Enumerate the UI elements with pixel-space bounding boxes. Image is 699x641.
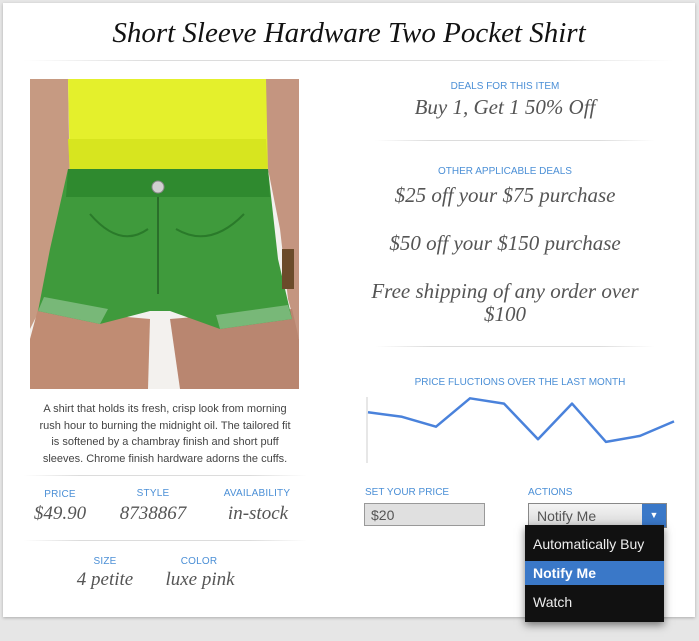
deal-item: Free shipping of any order over $100	[371, 279, 639, 326]
item-deal: Buy 1, Get 1 50% Off	[414, 95, 596, 119]
color-value: luxe pink	[165, 569, 235, 590]
price-label: PRICE	[44, 489, 76, 500]
color-label: COLOR	[180, 556, 218, 567]
specs-divider	[23, 540, 307, 541]
menu-item-notify-me[interactable]: Notify Me	[525, 561, 664, 585]
price-fluctuation-chart	[366, 397, 675, 463]
price-fluctuation-line	[367, 397, 675, 444]
description-divider	[23, 475, 307, 476]
deal-item: $50 off your $150 purchase	[389, 231, 621, 255]
title-divider	[23, 60, 673, 61]
deals-divider	[375, 346, 655, 347]
style-value: 8738867	[119, 503, 187, 524]
set-price-label: SET YOUR PRICE	[365, 487, 450, 498]
set-price-input[interactable]: $20	[364, 503, 485, 526]
deal-item: $25 off your $75 purchase	[394, 183, 616, 207]
price-value: $49.90	[33, 503, 87, 524]
fluctuation-label: PRICE FLUCTIONS OVER THE LAST MONTH	[414, 377, 626, 388]
actions-selected-value: Notify Me	[537, 508, 597, 524]
other-deals-label: OTHER APPLICABLE DEALS	[438, 166, 572, 177]
size-label: SIZE	[93, 556, 117, 567]
product-title: Short Sleeve Hardware Two Pocket Shirt	[112, 17, 586, 49]
menu-item-watch[interactable]: Watch	[525, 590, 664, 614]
size-value: 4 petite	[76, 569, 134, 590]
availability-value: in-stock	[227, 503, 289, 524]
actions-dropdown-menu: Automatically Buy Notify Me Watch	[525, 525, 664, 622]
actions-label: ACTIONS	[528, 487, 573, 498]
style-label: STYLE	[136, 488, 170, 499]
menu-item-automatically-buy[interactable]: Automatically Buy	[525, 532, 664, 556]
product-image	[30, 79, 299, 389]
item-deals-label: DEALS FOR THIS ITEM	[450, 81, 560, 92]
product-description: A shirt that holds its fresh, crisp look…	[39, 403, 291, 465]
availability-label: AVAILABILITY	[223, 488, 291, 499]
dropdown-arrow-icon[interactable]: ▼	[642, 504, 666, 527]
item-deals-divider	[375, 140, 655, 141]
